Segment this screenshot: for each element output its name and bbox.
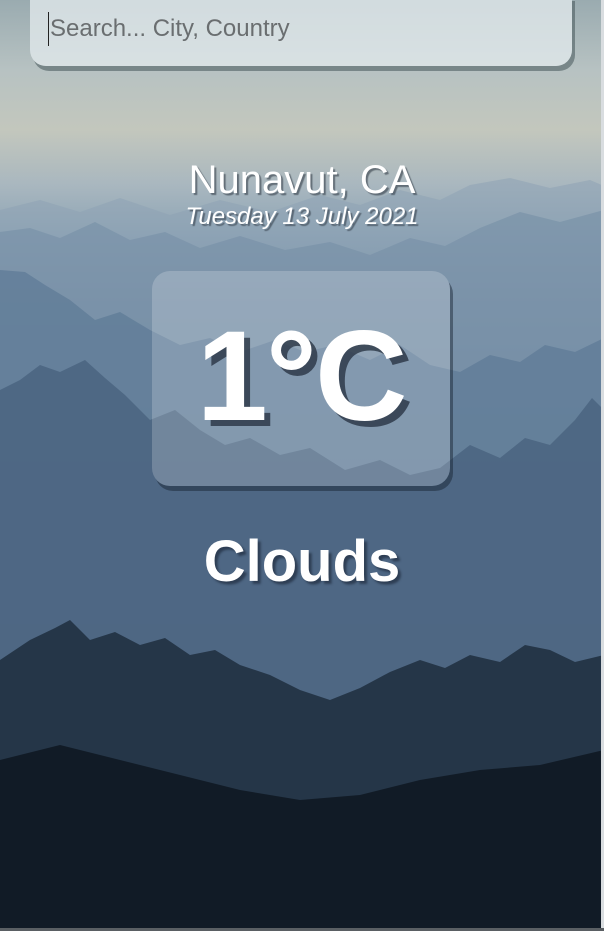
location-name: Nunavut, CA [188,158,416,202]
temperature-card: 1°C [152,271,450,486]
search-input[interactable] [48,12,548,46]
search-bar [30,0,572,66]
current-date: Tuesday 13 July 2021 [185,203,419,230]
temperature-value: 1°C [196,305,408,448]
weather-condition: Clouds [203,529,401,594]
